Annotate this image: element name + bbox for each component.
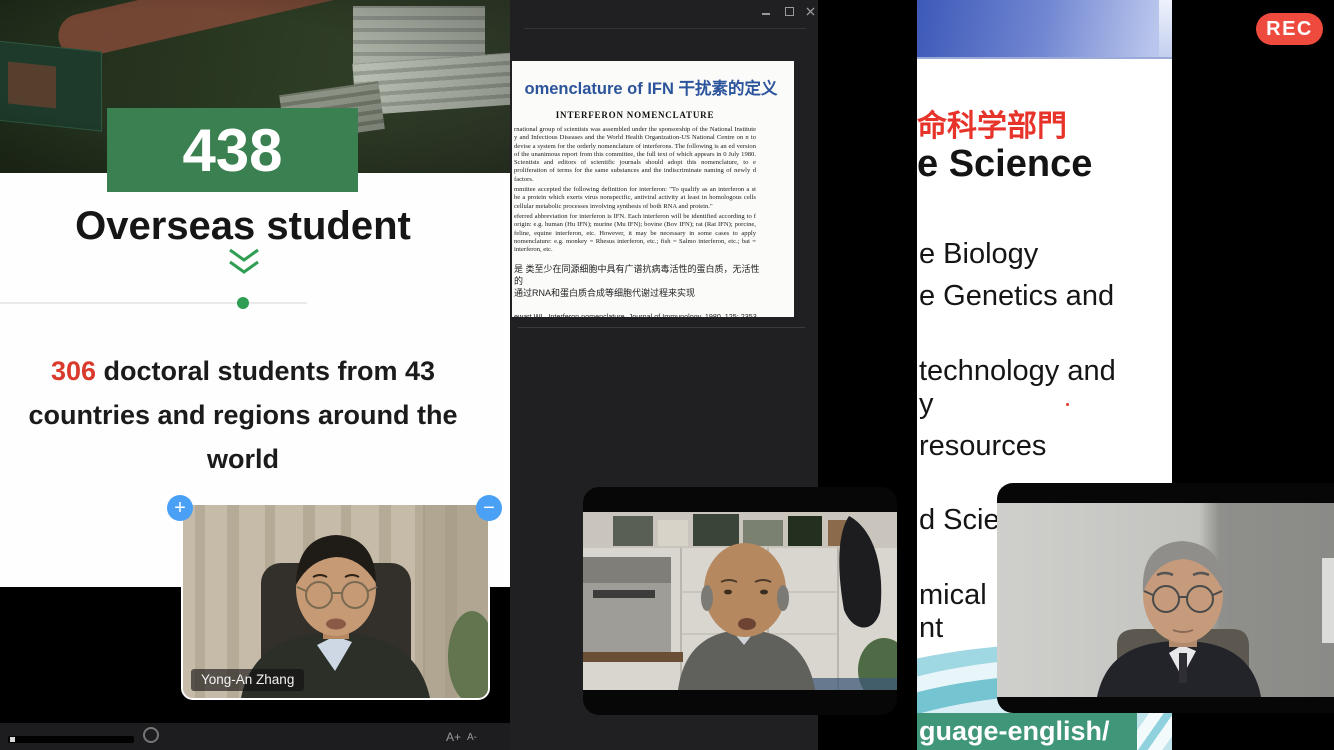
participant-video-3[interactable] <box>997 483 1334 713</box>
progress-scrubber[interactable] <box>8 736 134 743</box>
participant-video-1[interactable]: Yong-An Zhang <box>181 503 490 700</box>
zoom-in-button[interactable]: + <box>167 495 193 521</box>
close-button[interactable] <box>802 2 818 17</box>
slide-header-banner <box>917 0 1172 59</box>
document-title: omenclature of IFN 干扰素的定义 <box>512 75 794 99</box>
list-item: technology and <box>919 355 1116 388</box>
participant-name-label: Yong-An Zhang <box>191 669 304 691</box>
banner-edge-highlight <box>1159 0 1172 57</box>
rec-indicator: REC <box>1256 13 1323 45</box>
stat-number: 438 <box>182 116 282 185</box>
font-decrease-button[interactable]: A- <box>467 732 477 743</box>
url-bar-stripe-decoration <box>1137 713 1172 750</box>
department-title: 命科学部門 <box>917 101 1067 145</box>
divider-dot <box>237 297 249 309</box>
minimize-icon <box>762 13 770 15</box>
page-bottom-separator <box>518 327 805 328</box>
slide-main-title: e Science <box>917 143 1092 186</box>
participant-3-scene <box>997 503 1334 697</box>
document-paragraph: rnational group of scientists was assemb… <box>514 126 756 184</box>
chinese-line: 通过RNA和蛋白质合成等细胞代谢过程来实现 <box>514 287 764 299</box>
list-item: e Genetics and <box>919 280 1114 313</box>
participant-video-2[interactable] <box>583 487 897 715</box>
document-paragraph: eferred abbreviation for interferon is I… <box>514 213 756 254</box>
stat-number-box: 438 <box>107 108 358 192</box>
refresh-icon[interactable] <box>143 727 159 743</box>
document-chinese-note: 是 类至少在同源细胞中具有广谱抗病毒活性的蛋白质，无活性的 通过RNA和蛋白质合… <box>514 263 764 299</box>
list-item: y <box>919 388 934 421</box>
conference-screen: { "rec_label": "REC", "left_presentation… <box>0 0 1334 750</box>
restore-icon <box>785 7 794 16</box>
laser-pointer-dot <box>1066 403 1069 406</box>
zoom-out-button[interactable]: − <box>476 495 502 521</box>
restore-button[interactable] <box>781 2 797 17</box>
slide-url-bar: guage-english/ <box>917 713 1137 750</box>
document-citation: ewart WL. Interferon nomenclature. Journ… <box>514 312 764 317</box>
list-item: e Biology <box>919 238 1038 271</box>
stat-label: Overseas student <box>0 204 486 249</box>
scrubber-thumb[interactable] <box>10 737 15 742</box>
document-page: omenclature of IFN 干扰素的定义 INTERFERON NOM… <box>512 61 794 317</box>
slide-divider-line <box>0 302 307 304</box>
slide-detail-text: 306 doctoral students from 43 countries … <box>23 349 463 481</box>
list-item: d Scie <box>919 504 1000 537</box>
close-icon <box>806 7 815 16</box>
list-item: mical <box>919 579 987 612</box>
list-item: resources <box>919 430 1046 463</box>
reader-toolbar: A+ A- <box>0 723 510 750</box>
minimize-button[interactable] <box>758 2 774 17</box>
document-body: rnational group of scientists was assemb… <box>514 126 756 254</box>
document-heading: INTERFERON NOMENCLATURE <box>512 110 758 120</box>
participant-2-scene <box>583 512 897 690</box>
titlebar-separator <box>524 28 806 29</box>
chevron-down-icon <box>226 247 262 279</box>
font-increase-button[interactable]: A+ <box>446 730 461 744</box>
detail-highlight-number: 306 <box>51 356 96 386</box>
chinese-line: 是 类至少在同源细胞中具有广谱抗病毒活性的蛋白质，无活性的 <box>514 263 764 287</box>
document-paragraph: mmittee accepted the following definitio… <box>514 186 756 211</box>
